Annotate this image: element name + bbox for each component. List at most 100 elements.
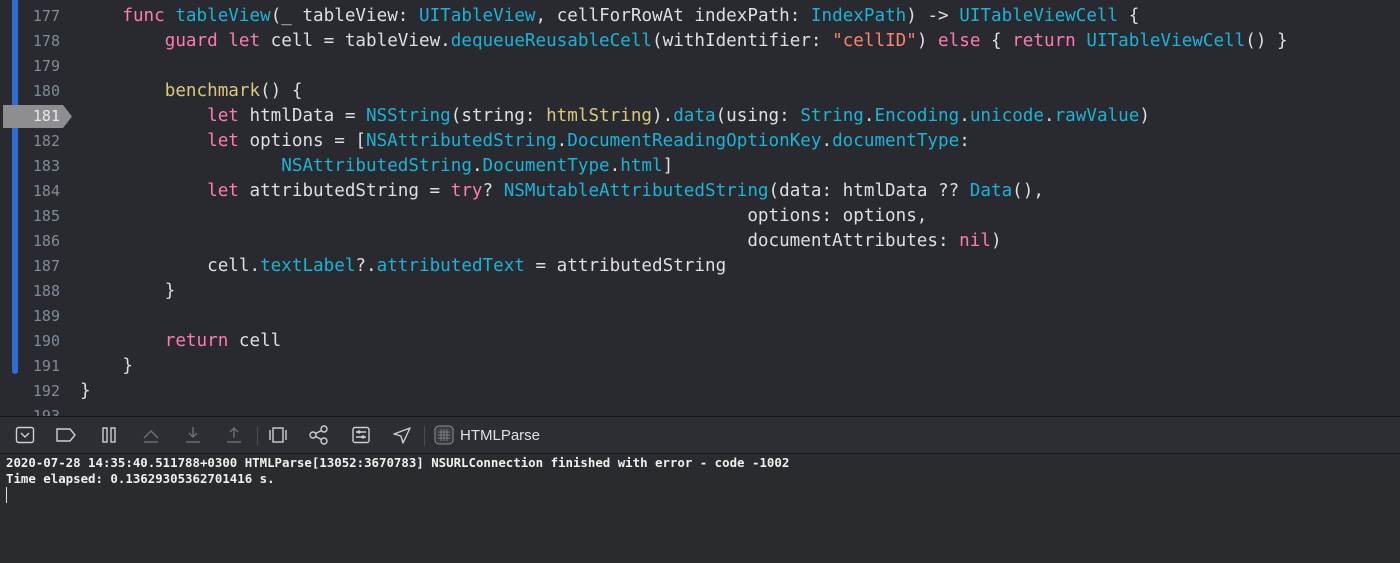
token-func: htmlString [546,106,653,126]
code-text: let options = [NSAttributedString.Docume… [80,129,970,154]
token-type: DocumentType [482,156,610,176]
line-number: 179 [32,57,60,75]
token-member: data [673,106,716,126]
token-member: rawValue [1054,106,1140,126]
token-plain: ) [990,231,1002,251]
line-number: 181 [32,107,60,125]
environment-overrides-button[interactable] [350,425,372,445]
code-text: documentAttributes: nil) [80,229,1002,254]
code-line[interactable]: 177 func tableView(_ tableView: UITableV… [0,4,1400,29]
code-line[interactable]: 188 } [0,279,1400,304]
text-caret [6,487,7,503]
line-number: 180 [32,82,60,100]
scheme-name[interactable]: HTMLParse [460,425,540,447]
code-text: let attributedString = try? NSMutableAtt… [80,179,1044,204]
line-number: 187 [32,257,60,275]
token-str: "cellID" [832,31,917,51]
line-number: 178 [32,32,60,50]
step-over-button[interactable] [140,425,162,445]
simulate-location-button[interactable] [391,425,413,445]
scheme-app-icon [433,425,455,445]
token-type: NSAttributedString [366,131,557,151]
token-type: NSAttributedString [281,156,472,176]
pause-icon [102,427,116,443]
token-plain: (withIdentifier: [652,31,833,51]
panel-down-icon [15,426,35,444]
token-plain: (using: [715,106,801,126]
code-line[interactable]: 183 NSAttributedString.DocumentType.html… [0,154,1400,179]
code-line[interactable]: 192} [0,379,1400,404]
token-type: UITableViewCell [1086,31,1246,51]
step-into-button[interactable] [182,425,204,445]
token-member: attributedText [376,256,525,276]
token-plain: (data: htmlData ?? [768,181,970,201]
token-plain: ? [482,181,504,201]
code-line[interactable]: 190 return cell [0,329,1400,354]
code-line[interactable]: 186 documentAttributes: nil) [0,229,1400,254]
toolbar-divider [424,426,425,446]
token-plain: options: options, [80,206,928,226]
token-plain: . [471,156,483,176]
step-over-icon [143,430,159,443]
token-kw: nil [959,231,991,251]
code-text: guard let cell = tableView.dequeueReusab… [80,29,1288,54]
line-number: 184 [32,182,60,200]
token-kw: guard [164,31,218,51]
token-type: NSString [366,106,451,126]
breakpoints-toggle-button[interactable] [55,425,77,445]
app-icon [434,425,454,445]
line-number: 183 [32,157,60,175]
code-line[interactable]: 184 let attributedString = try? NSMutabl… [0,179,1400,204]
token-plain: = attributedString [524,256,727,276]
token-plain: ) [1139,106,1150,126]
view-hierarchy-button[interactable] [267,425,289,445]
token-plain: . [556,131,568,151]
token-type: UITableViewCell [959,6,1119,26]
code-text: } [80,379,91,404]
code-line[interactable]: 191 } [0,354,1400,379]
console-output[interactable]: 2020-07-28 14:35:40.511788+0300 HTMLPars… [0,454,1400,563]
token-member: tableView [175,6,271,26]
token-plain: htmlData = [238,106,366,126]
code-line[interactable]: 178 guard let cell = tableView.dequeueRe… [0,29,1400,54]
code-line[interactable]: 181 let htmlData = NSString(string: html… [0,104,1400,129]
code-line[interactable]: 193 [0,404,1400,416]
token-type: UITableView [418,6,536,26]
token-kw: let [228,31,261,51]
pause-button[interactable] [98,425,120,445]
code-line[interactable]: 180 benchmark() { [0,79,1400,104]
step-out-button[interactable] [223,425,245,445]
token-func: benchmark [164,81,261,101]
code-line[interactable]: 185 options: options, [0,204,1400,229]
code-line[interactable]: 182 let options = [NSAttributedString.Do… [0,129,1400,154]
code-line[interactable]: 179 [0,54,1400,79]
code-text: func tableView(_ tableView: UITableView,… [80,4,1139,29]
code-line[interactable]: 189 [0,304,1400,329]
token-plain: ?. [355,256,377,276]
token-plain: : [959,131,970,151]
token-type: Encoding [874,106,960,126]
token-kw: let [207,181,239,201]
token-plain: (_ tableView: [270,6,419,26]
hide-debug-area-button[interactable] [14,425,36,445]
token-plain: . [959,106,970,126]
line-number: 185 [32,207,60,225]
token-plain: } [80,356,133,376]
toolbar-divider [257,426,258,446]
token-plain: . [821,131,833,151]
memory-graph-button[interactable] [308,425,330,445]
token-kw: try [450,181,483,201]
token-plain: options = [ [238,131,366,151]
code-editor[interactable]: 177 func tableView(_ tableView: UITableV… [0,0,1400,416]
code-text: options: options, [80,204,927,229]
code-text: return cell [80,329,282,354]
token-plain: } [80,381,91,401]
code-line[interactable]: 187 cell.textLabel?.attributedText = att… [0,254,1400,279]
token-kw: return [164,331,229,351]
line-number: 190 [32,332,60,350]
